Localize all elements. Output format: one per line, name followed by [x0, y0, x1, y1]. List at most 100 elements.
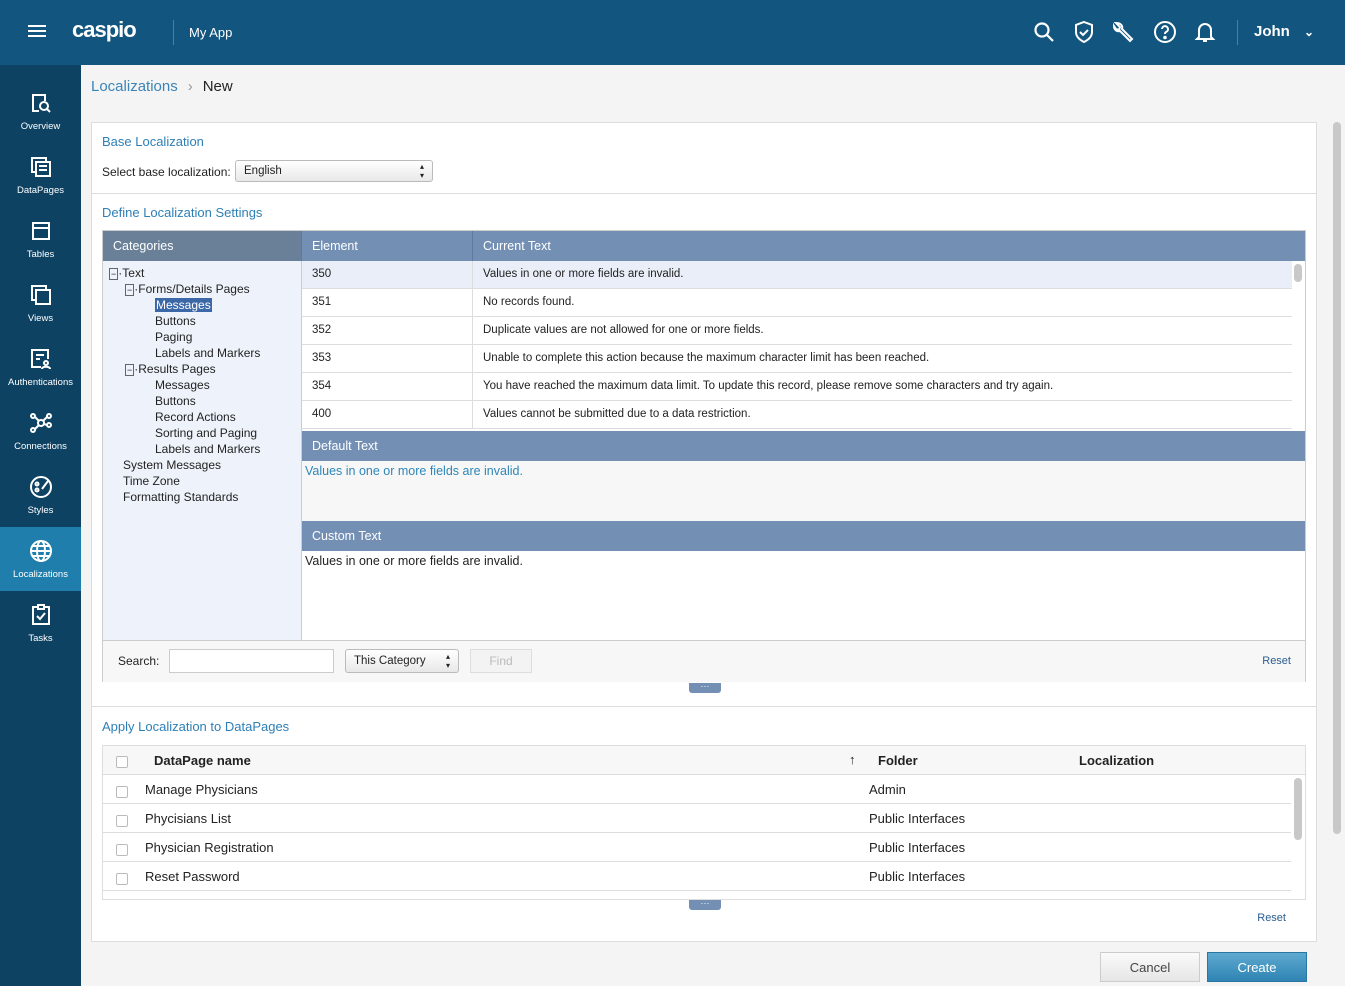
tree-node-formatting[interactable]: Formatting Standards	[109, 489, 295, 505]
tree-node-messages[interactable]: Messages	[109, 377, 295, 393]
page-scrollbar[interactable]	[1333, 122, 1341, 834]
localization-header[interactable]: Localization	[1079, 753, 1154, 768]
resize-handle[interactable]: ···	[689, 682, 721, 693]
reset-search-link[interactable]: Reset	[1262, 655, 1291, 667]
elements-table: 350 Values in one or more fields are inva…	[302, 261, 1305, 640]
find-button[interactable]: Find	[470, 649, 532, 673]
search-scope-select[interactable]: This Category ▴ ▾	[345, 649, 459, 673]
base-localization-label: Select base localization:	[102, 165, 231, 179]
user-menu[interactable]: John ⌄	[1254, 23, 1314, 40]
updown-icon: ▴ ▾	[445, 652, 450, 670]
reset-datapages-link[interactable]: Reset	[1257, 912, 1286, 924]
create-button[interactable]: Create	[1207, 952, 1307, 982]
updown-icon: ▴ ▾	[419, 162, 424, 180]
sidebar-item-label: Localizations	[13, 569, 68, 580]
tree-node-messages[interactable]: Messages	[109, 297, 295, 313]
row-checkbox[interactable]	[116, 873, 128, 885]
resize-handle[interactable]: ···	[689, 899, 721, 910]
tree-node-buttons[interactable]: Buttons	[109, 393, 295, 409]
sidebar-item-label: Overview	[20, 121, 61, 132]
tree-node-text[interactable]: − ·Text	[109, 265, 295, 281]
sidebar-item-label: Views	[27, 313, 54, 324]
custom-text-input[interactable]: Values in one or more fields are invalid…	[302, 551, 1305, 640]
folder-header[interactable]: Folder	[878, 753, 918, 768]
row-checkbox[interactable]	[116, 815, 128, 827]
base-localization-select[interactable]: English ▴ ▾	[235, 160, 433, 182]
scrollbar[interactable]	[1294, 778, 1302, 840]
search-icon[interactable]	[1032, 20, 1056, 44]
collapse-icon[interactable]: −	[109, 268, 119, 280]
sidebar-item-datapages[interactable]: DataPages	[0, 143, 81, 207]
sidebar: Overview DataPages Tables Views Authenti…	[0, 65, 81, 986]
tree-node-buttons[interactable]: Buttons	[109, 313, 295, 329]
sidebar-item-overview[interactable]: Overview	[0, 79, 81, 143]
datapage-name-header[interactable]: DataPage name	[154, 753, 251, 768]
help-icon[interactable]	[1153, 20, 1177, 44]
default-text-header: Default Text	[302, 431, 1305, 461]
tree-node-labels[interactable]: Labels and Markers	[109, 345, 295, 361]
caspio-logo[interactable]: caspio	[72, 17, 137, 43]
localization-form: Base Localization Select base localizati…	[91, 122, 1317, 942]
divider	[92, 193, 1316, 194]
wrench-icon[interactable]	[1112, 20, 1136, 44]
table-row[interactable]: Phycisians List Public Interfaces	[103, 804, 1291, 833]
custom-text-header: Custom Text	[302, 521, 1305, 551]
base-localization-value: English	[244, 165, 282, 177]
sidebar-item-authentications[interactable]: Authentications	[0, 335, 81, 399]
tree-node-labels[interactable]: Labels and Markers	[109, 441, 295, 457]
tree-node-paging[interactable]: Paging	[109, 329, 295, 345]
table-row[interactable]: Manage Physicians Admin	[103, 775, 1291, 804]
element-header: Element	[302, 231, 473, 261]
sidebar-item-tasks[interactable]: Tasks	[0, 591, 81, 655]
search-label: Search:	[118, 654, 160, 668]
tree-node-system-messages[interactable]: System Messages	[109, 457, 295, 473]
base-localization-title: Base Localization	[102, 134, 204, 149]
sidebar-item-label: Tasks	[28, 633, 53, 644]
datapages-icon	[30, 157, 51, 177]
tasks-icon	[31, 604, 50, 625]
tree-node-forms[interactable]: − ·Forms/Details Pages	[109, 281, 295, 297]
tree-node-results[interactable]: − ·Results Pages	[109, 361, 295, 377]
sidebar-item-connections[interactable]: Connections	[0, 399, 81, 463]
palette-icon	[29, 476, 52, 498]
table-row[interactable]: Physician Registration Public Interfaces	[103, 833, 1291, 862]
tree-node-record-actions[interactable]: Record Actions	[109, 409, 295, 425]
table-row[interactable]: Reset Password Public Interfaces	[103, 862, 1291, 891]
sidebar-item-styles[interactable]: Styles	[0, 463, 81, 527]
table-row[interactable]: 353 Unable to complete this action becaus…	[302, 345, 1292, 373]
search-scope-value: This Category	[354, 655, 426, 667]
tree-node-sorting-paging[interactable]: Sorting and Paging	[109, 425, 295, 441]
scrollbar[interactable]	[1294, 264, 1302, 282]
table-row[interactable]: 350 Values in one or more fields are inva…	[302, 261, 1292, 289]
cancel-button[interactable]: Cancel	[1100, 952, 1200, 982]
category-tree: − ·Text − ·Forms/Details Pages Messages Bu…	[103, 261, 302, 640]
app-name[interactable]: My App	[189, 25, 232, 40]
categories-header: Categories	[103, 231, 302, 261]
current-text-header: Current Text	[473, 231, 1305, 261]
table-row[interactable]: 352 Duplicate values are not allowed for …	[302, 317, 1292, 345]
search-input[interactable]	[169, 649, 334, 673]
tables-icon	[31, 222, 50, 240]
sidebar-item-tables[interactable]: Tables	[0, 207, 81, 271]
menu-icon[interactable]	[28, 22, 46, 42]
breadcrumb-localizations[interactable]: Localizations	[91, 78, 178, 95]
localization-grid: Categories Element Current Text − ·Text −…	[102, 230, 1306, 682]
select-all-checkbox[interactable]	[116, 756, 128, 768]
sidebar-item-views[interactable]: Views	[0, 271, 81, 335]
shield-check-icon[interactable]	[1072, 20, 1096, 44]
tree-node-time-zone[interactable]: Time Zone	[109, 473, 295, 489]
table-row[interactable]: 400 Values cannot be submitted due to a d…	[302, 401, 1292, 429]
sort-up-icon[interactable]: ↑	[849, 752, 856, 767]
table-row[interactable]: 354 You have reached the maximum data lim…	[302, 373, 1292, 401]
user-name: John	[1254, 23, 1290, 40]
bell-icon[interactable]	[1193, 20, 1217, 44]
row-checkbox[interactable]	[116, 786, 128, 798]
collapse-icon[interactable]: −	[125, 284, 135, 296]
row-checkbox[interactable]	[116, 844, 128, 856]
sidebar-item-label: DataPages	[16, 185, 64, 196]
views-icon	[30, 285, 51, 305]
table-row[interactable]: 351 No records found.	[302, 289, 1292, 317]
collapse-icon[interactable]: −	[125, 364, 135, 376]
connections-icon	[29, 413, 52, 433]
sidebar-item-localizations[interactable]: Localizations	[0, 527, 81, 591]
